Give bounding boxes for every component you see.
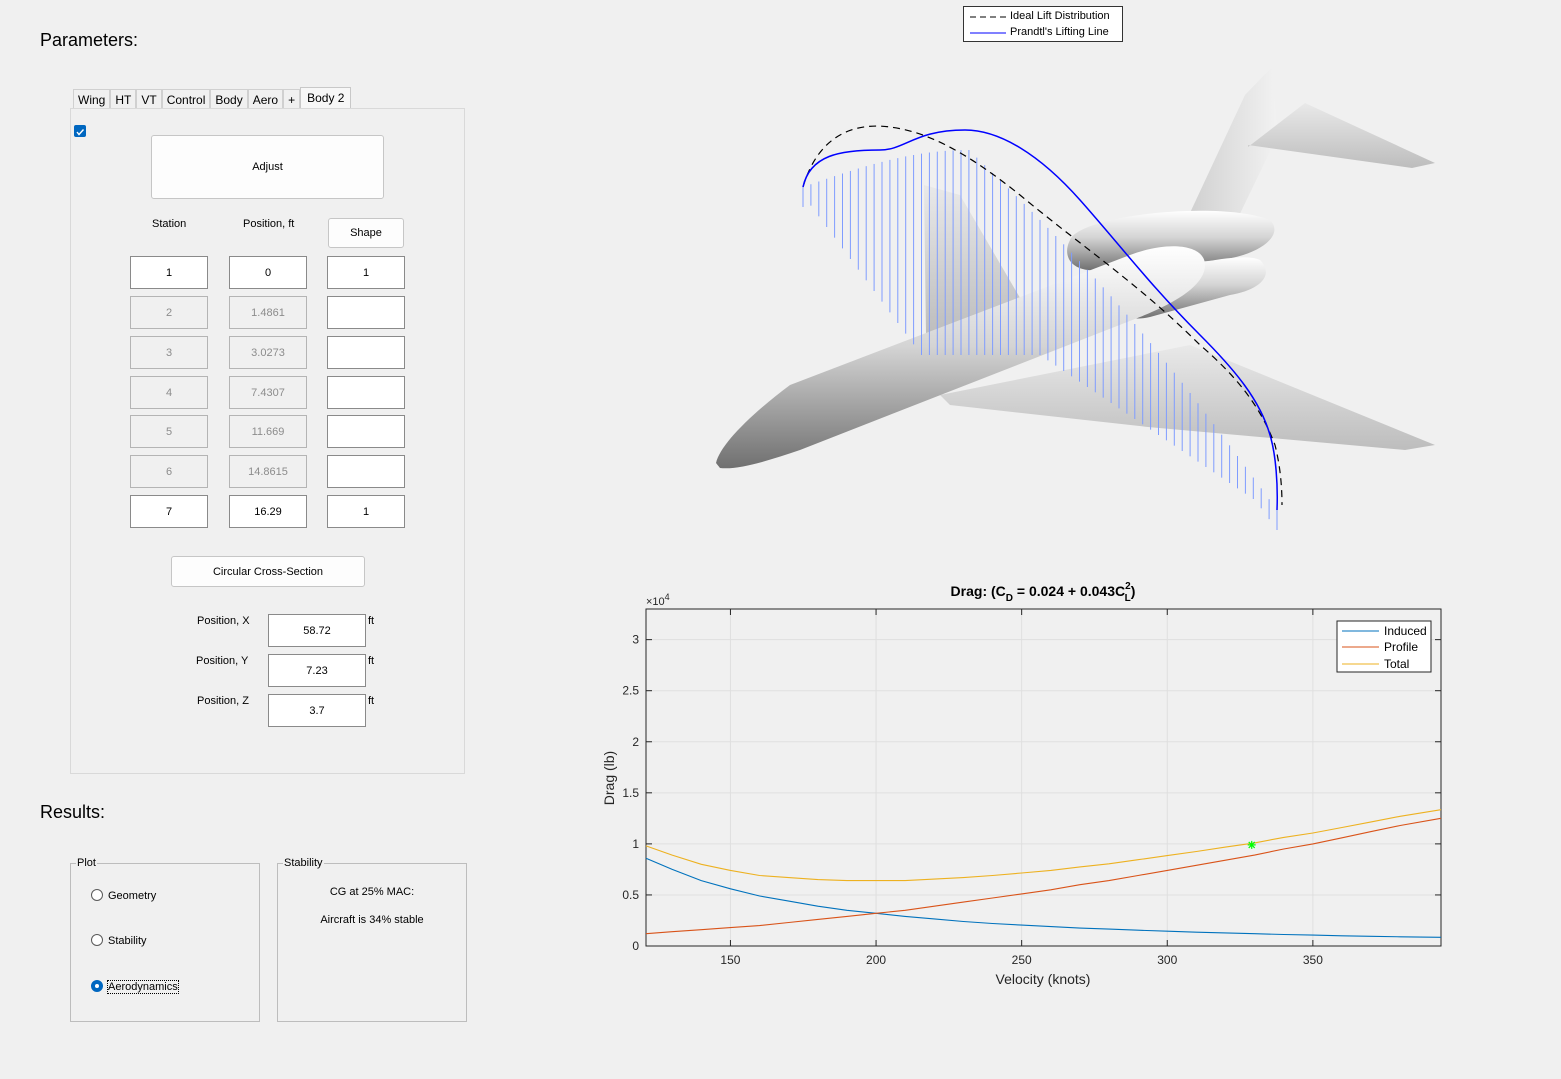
chart-series (645, 809, 1442, 938)
tab-add[interactable]: + (283, 89, 301, 108)
chart-ticks: 150 200 250 300 350 0 0.5 1 1.5 2 2.5 3 (622, 609, 1441, 967)
station-header: Station (152, 218, 187, 230)
drag-chart[interactable]: 150 200 250 300 350 0 0.5 1 1.5 2 2.5 3 Drag: (CD =… (590, 575, 1460, 995)
x-tick-label: 250 (1012, 953, 1032, 967)
shape-field[interactable] (327, 376, 405, 409)
shape-field[interactable]: 1 (327, 495, 405, 528)
lift-legend-swatches (970, 16, 1006, 34)
chart-legend: Induced Profile Total (1336, 620, 1432, 673)
shape-field[interactable] (327, 336, 405, 369)
station-field: 6 (130, 455, 208, 488)
legend-label-profile: Profile (1384, 640, 1418, 654)
position-z-field[interactable]: 3.7 (268, 694, 366, 727)
position-field: 1.4861 (229, 296, 307, 329)
enable-checkbox[interactable] (74, 125, 86, 137)
title-suffix: ) (1131, 583, 1136, 599)
position-field[interactable]: 16.29 (229, 495, 307, 528)
position-y-unit: ft (368, 655, 375, 667)
legend-label-induced: Induced (1384, 624, 1427, 638)
y-exponent-label: ×104 (646, 592, 670, 608)
y-tick-label: 0.5 (622, 888, 639, 902)
station-field: 2 (130, 296, 208, 329)
parameters-heading: Parameters: (40, 30, 139, 50)
y-axis-label: Drag (lb) (601, 751, 617, 805)
legend-label-total: Total (1384, 657, 1409, 671)
position-field: 7.4307 (229, 376, 307, 409)
shape-field[interactable] (327, 455, 405, 488)
checkmark-icon (76, 129, 85, 136)
stable-text: Aircraft is 34% stable (320, 914, 424, 926)
cg-text: CG at 25% MAC: (329, 886, 415, 898)
lift-legend: Ideal Lift Distribution Prandtl's Liftin… (963, 6, 1123, 42)
tab-vt[interactable]: VT (136, 89, 162, 108)
stability-label[interactable]: Stability (108, 935, 147, 947)
position-x-label: Position, X (197, 615, 250, 627)
position-field: 11.669 (229, 415, 307, 448)
circular-cross-section-button[interactable]: Circular Cross-Section (171, 556, 365, 587)
aerodynamics-label[interactable]: Aerodynamics (107, 980, 179, 994)
tab-body[interactable]: Body (210, 89, 248, 108)
stability-group-title: Stability (283, 857, 324, 869)
shape-field[interactable]: 1 (327, 256, 405, 289)
position-field[interactable]: 0 (229, 256, 307, 289)
chart-title: Drag: (CD = 0.024 + 0.043C2 L) (951, 581, 1136, 604)
position-y-label: Position, Y (196, 655, 249, 667)
prandtl-legend-label: Prandtl's Lifting Line (1010, 26, 1109, 38)
y-tick-label: 0 (632, 939, 639, 953)
chart-grid (646, 609, 1441, 947)
tab-wing[interactable]: Wing (73, 89, 111, 108)
adjust-button[interactable]: Adjust (151, 135, 384, 199)
x-tick-label: 200 (866, 953, 886, 967)
aircraft-model (716, 67, 1435, 469)
y-tick-label: 2 (632, 735, 639, 749)
tab-ht[interactable]: HT (110, 89, 137, 108)
title-mid: = 0.024 + 0.043C (1013, 583, 1125, 599)
tab-aero[interactable]: Aero (247, 89, 284, 108)
position-y-field[interactable]: 7.23 (268, 654, 366, 687)
tab-bar: Wing HT VT Control Body Aero + Body 2 (73, 87, 352, 109)
position-header: Position, ft (243, 218, 295, 230)
station-field: 3 (130, 336, 208, 369)
min-power-marker (1247, 840, 1256, 849)
stability-radio[interactable] (91, 934, 103, 946)
shape-field[interactable] (327, 415, 405, 448)
position-x-unit: ft (368, 615, 375, 627)
geometry-radio[interactable] (91, 889, 103, 901)
ideal-legend-label: Ideal Lift Distribution (1010, 10, 1110, 22)
shape-field[interactable] (327, 296, 405, 329)
title-sub-d: D (1006, 593, 1013, 604)
results-heading: Results: (40, 802, 106, 822)
position-z-label: Position, Z (197, 695, 249, 707)
aerodynamics-radio[interactable] (91, 980, 103, 992)
y-exponent: 4 (665, 592, 670, 602)
position-z-unit: ft (368, 695, 375, 707)
position-x-field[interactable]: 58.72 (268, 614, 366, 647)
horizontal-tail (1248, 103, 1435, 168)
plot-group-title: Plot (76, 857, 97, 869)
y-tick-label: 1.5 (622, 786, 639, 800)
title-prefix: Drag: (C (951, 583, 1006, 599)
station-field[interactable]: 1 (130, 256, 208, 289)
total-line (645, 809, 1442, 882)
y-tick-label: 2.5 (622, 684, 639, 698)
tab-body-2[interactable]: Body 2 (300, 87, 352, 108)
plot-area-frame (645, 608, 1442, 947)
x-tick-label: 300 (1157, 953, 1177, 967)
station-field: 4 (130, 376, 208, 409)
geometry-label[interactable]: Geometry (108, 890, 156, 902)
aircraft-3d-view[interactable] (700, 55, 1460, 535)
tab-control[interactable]: Control (161, 89, 211, 108)
y-exponent-prefix: ×10 (646, 596, 665, 608)
x-tick-label: 350 (1303, 953, 1323, 967)
y-tick-label: 3 (632, 633, 639, 647)
y-tick-label: 1 (632, 837, 639, 851)
station-field: 5 (130, 415, 208, 448)
x-tick-label: 150 (720, 953, 740, 967)
position-field: 14.8615 (229, 455, 307, 488)
shape-button[interactable]: Shape (328, 218, 404, 248)
station-field[interactable]: 7 (130, 495, 208, 528)
position-field: 3.0273 (229, 336, 307, 369)
x-axis-label: Velocity (knots) (996, 971, 1091, 987)
